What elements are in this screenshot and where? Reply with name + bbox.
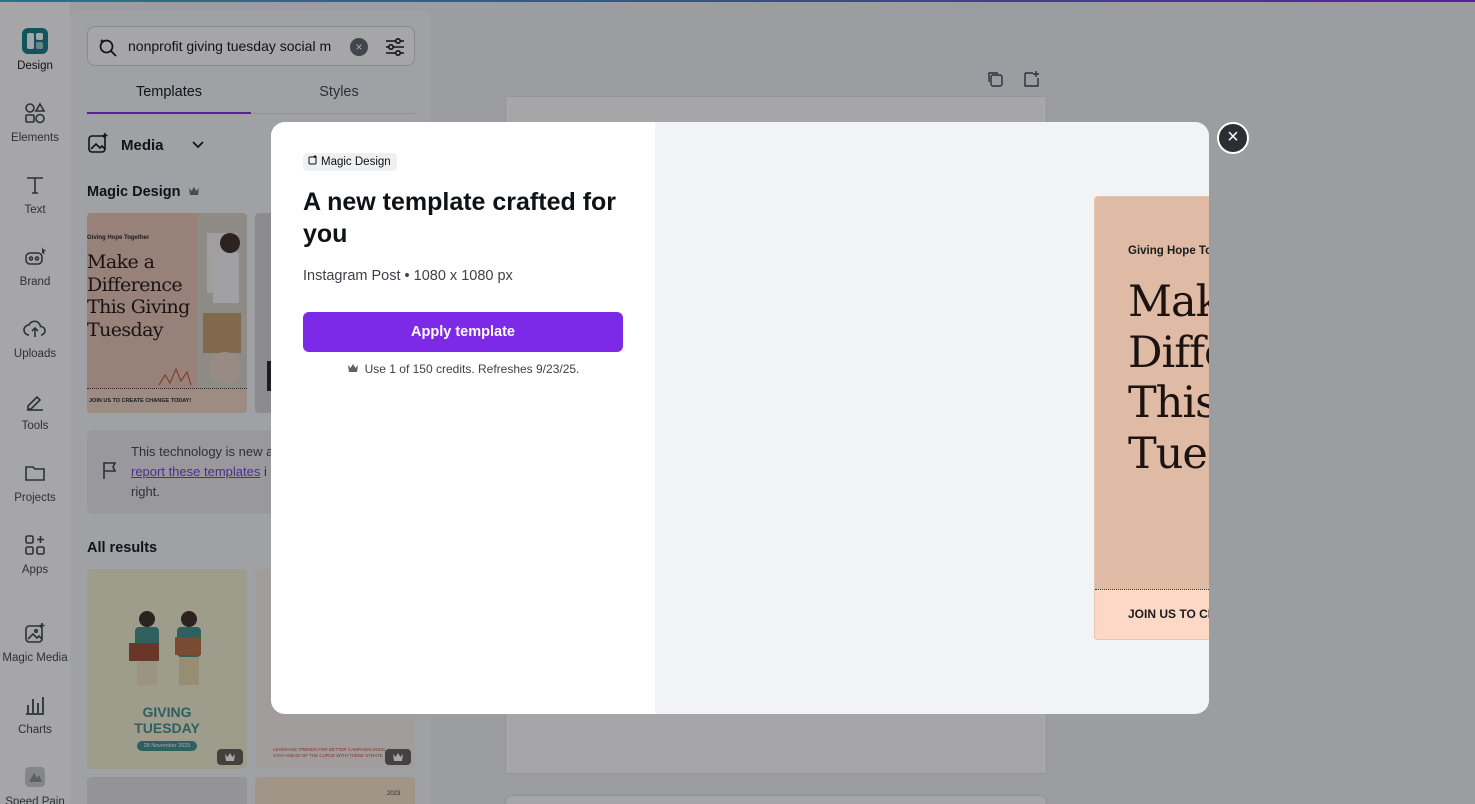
magic-design-icon <box>308 153 318 171</box>
dialog-title: A new template crafted for you <box>303 188 617 248</box>
preview-footer-bar: JOIN US TO CREATE CHANGE TODAY! <box>1095 589 1209 639</box>
crown-icon <box>347 362 359 376</box>
preview-title: Make a Difference This Giving Tuesday <box>1128 277 1209 479</box>
magic-design-chip: Magic Design <box>303 153 397 171</box>
dialog-preview-pane: Giving Hope Together Make a Difference T… <box>655 122 1209 714</box>
credits-info: Use 1 of 150 credits. Refreshes 9/23/25. <box>303 362 623 376</box>
magic-design-dialog: Magic Design A new template crafted for … <box>271 122 1209 714</box>
apply-template-button[interactable]: Apply template <box>303 312 623 352</box>
dialog-subtitle: Instagram Post • 1080 x 1080 px <box>303 268 513 284</box>
preview-top-text: Giving Hope Together <box>1128 245 1209 257</box>
close-dialog-button[interactable]: × <box>1217 122 1249 154</box>
chip-label: Magic Design <box>321 156 391 168</box>
dialog-info-pane: Magic Design A new template crafted for … <box>271 122 655 714</box>
preview-footer-text: JOIN US TO CREATE CHANGE TODAY! <box>1128 607 1209 621</box>
template-preview: Giving Hope Together Make a Difference T… <box>1094 196 1209 640</box>
credits-text: Use 1 of 150 credits. Refreshes 9/23/25. <box>364 362 580 376</box>
